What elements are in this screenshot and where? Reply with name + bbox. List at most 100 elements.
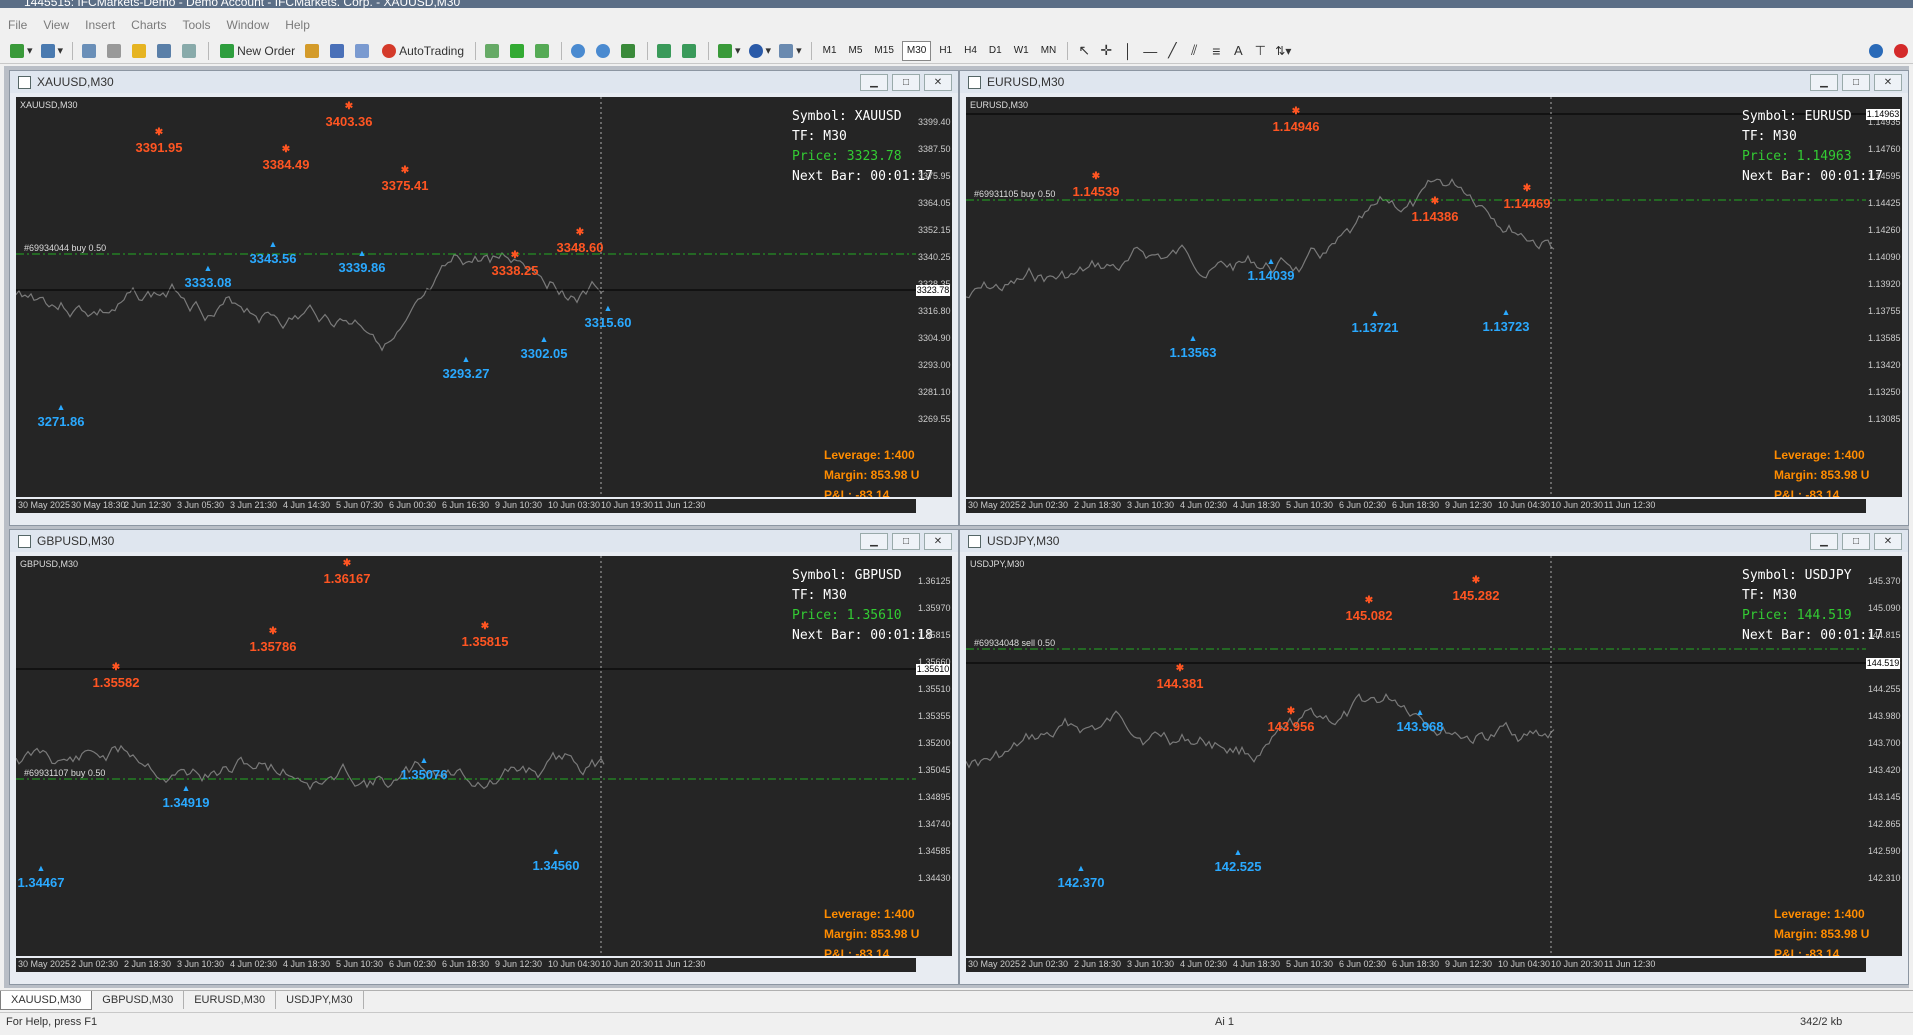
signals-button[interactable] bbox=[328, 41, 349, 61]
signal-icon bbox=[355, 43, 370, 58]
candlestick-button[interactable] bbox=[508, 41, 529, 61]
minimize-button[interactable]: ▁ bbox=[1810, 74, 1838, 91]
indicators-button[interactable]: ▾ bbox=[716, 41, 743, 61]
swing-high-label: 1.36167 bbox=[323, 571, 371, 586]
timeframe-m15[interactable]: M15 bbox=[870, 42, 897, 60]
fibonacci-button[interactable]: ≡ bbox=[1207, 41, 1225, 61]
leverage-text: Leverage: 1:400 bbox=[1774, 448, 1865, 462]
navigator-button[interactable] bbox=[130, 41, 151, 61]
close-button[interactable]: ✕ bbox=[1874, 533, 1902, 550]
zoom-out-button[interactable] bbox=[594, 41, 615, 61]
timeframe-w1[interactable]: W1 bbox=[1010, 42, 1033, 60]
minimize-button[interactable]: ▁ bbox=[860, 533, 888, 550]
status-bar: For Help, press F1 Ai 1 342/2 kb bbox=[0, 1012, 1913, 1035]
tab-gbpusd[interactable]: GBPUSD,M30 bbox=[92, 991, 185, 1009]
text-button[interactable]: A bbox=[1229, 41, 1247, 61]
time-tick: 10 Jun 20:30 bbox=[1551, 959, 1604, 969]
templates-button[interactable]: ▾ bbox=[777, 41, 804, 61]
menu-tools[interactable]: Tools bbox=[175, 18, 219, 32]
price-tick: 3269.55 bbox=[918, 414, 951, 424]
minimize-button[interactable]: ▁ bbox=[1810, 533, 1838, 550]
zoom-in-button[interactable] bbox=[569, 41, 590, 61]
radio-button[interactable] bbox=[353, 41, 374, 61]
chart-window-gbpusd[interactable]: GBPUSD,M30 ▁ □ ✕ GBPUSD,M30 #69931107 bu… bbox=[9, 529, 959, 985]
tile-windows-button[interactable] bbox=[619, 41, 640, 61]
price-chart[interactable]: EURUSD,M30 #69931105 buy 0.50 Symbol: EU… bbox=[966, 97, 1902, 497]
chart-window-xauusd[interactable]: XAUUSD,M30 ▁ □ ✕ XAUUSD,M30 #69934044 bu… bbox=[9, 70, 959, 526]
line-chart-button[interactable] bbox=[533, 41, 554, 61]
arrows-button[interactable]: ⇅▾ bbox=[1273, 41, 1293, 61]
menu-view[interactable]: View bbox=[35, 18, 77, 32]
price-chart[interactable]: USDJPY,M30 #69934048 sell 0.50 Symbol: U… bbox=[966, 556, 1902, 956]
menu-help[interactable]: Help bbox=[277, 18, 318, 32]
timeframe-d1[interactable]: D1 bbox=[985, 42, 1006, 60]
search-button[interactable] bbox=[1867, 41, 1888, 61]
menu-file[interactable]: File bbox=[0, 18, 35, 32]
price-chart[interactable]: XAUUSD,M30 #69934044 buy 0.50 Symbol: XA… bbox=[16, 97, 952, 497]
bar-chart-button[interactable] bbox=[483, 41, 504, 61]
tab-usdjpy[interactable]: USDJPY,M30 bbox=[276, 991, 364, 1009]
chart-window-header[interactable]: USDJPY,M30 ▁ □ ✕ bbox=[960, 530, 1908, 552]
terminal-button[interactable] bbox=[155, 41, 176, 61]
minimize-button[interactable]: ▁ bbox=[860, 74, 888, 91]
menu-insert[interactable]: Insert bbox=[77, 18, 123, 32]
meta-editor-button[interactable] bbox=[303, 41, 324, 61]
close-button[interactable]: ✕ bbox=[924, 533, 952, 550]
crosshair-button[interactable]: ✛ bbox=[1097, 41, 1115, 61]
swing-high-label: 1.35815 bbox=[461, 634, 509, 649]
timeframe-h1[interactable]: H1 bbox=[935, 42, 956, 60]
price-tick: 1.14425 bbox=[1868, 198, 1901, 208]
zoom-out-icon bbox=[596, 43, 611, 58]
swing-low-arrow-icon: ▲ bbox=[551, 846, 561, 856]
swing-high-label: 145.082 bbox=[1345, 608, 1393, 623]
swing-low-label: 1.35076 bbox=[400, 767, 448, 782]
price-chart[interactable]: GBPUSD,M30 #69931107 buy 0.50 Symbol: GB… bbox=[16, 556, 952, 956]
close-button[interactable]: ✕ bbox=[924, 74, 952, 91]
swing-low-arrow-icon: ▲ bbox=[36, 863, 46, 873]
autoscroll-button[interactable] bbox=[680, 41, 701, 61]
chart-window-header[interactable]: XAUUSD,M30 ▁ □ ✕ bbox=[10, 71, 958, 93]
swing-low-label: 3271.86 bbox=[37, 414, 85, 429]
chart-window-eurusd[interactable]: EURUSD,M30 ▁ □ ✕ EURUSD,M30 #69931105 bu… bbox=[959, 70, 1909, 526]
timeframe-text: TF: M30 bbox=[1742, 129, 1797, 144]
new-order-button[interactable]: New Order bbox=[216, 41, 299, 61]
text-label-button[interactable]: ⊤ bbox=[1251, 41, 1269, 61]
chart-window-usdjpy[interactable]: USDJPY,M30 ▁ □ ✕ USDJPY,M30 #69934048 se… bbox=[959, 529, 1909, 985]
timeframe-m30[interactable]: M30 bbox=[901, 40, 932, 61]
vertical-line-button[interactable]: │ bbox=[1119, 41, 1137, 61]
tab-eurusd[interactable]: EURUSD,M30 bbox=[184, 991, 277, 1009]
timeframe-h4[interactable]: H4 bbox=[960, 42, 981, 60]
chart-window-header[interactable]: GBPUSD,M30 ▁ □ ✕ bbox=[10, 530, 958, 552]
periods-button[interactable]: ▾ bbox=[747, 41, 774, 61]
notifications-button[interactable] bbox=[1892, 41, 1913, 61]
line-chart-icon bbox=[535, 43, 550, 58]
cursor-button[interactable]: ↖ bbox=[1075, 41, 1093, 61]
maximize-button[interactable]: □ bbox=[1842, 74, 1870, 91]
chart-shift-button[interactable] bbox=[655, 41, 676, 61]
trendline-button[interactable]: ╱ bbox=[1163, 41, 1181, 61]
timeframe-mn[interactable]: MN bbox=[1037, 42, 1061, 60]
profiles-button[interactable]: ▾ bbox=[39, 41, 66, 61]
close-button[interactable]: ✕ bbox=[1874, 74, 1902, 91]
price-tick: 1.35200 bbox=[918, 738, 951, 748]
timeframe-m5[interactable]: M5 bbox=[845, 42, 867, 60]
market-watch-button[interactable] bbox=[80, 41, 101, 61]
time-tick: 2 Jun 02:30 bbox=[1021, 500, 1069, 510]
swing-low-label: 1.13721 bbox=[1351, 320, 1399, 335]
swing-high-arrow-icon: ✱ bbox=[400, 165, 410, 176]
chart-window-header[interactable]: EURUSD,M30 ▁ □ ✕ bbox=[960, 71, 1908, 93]
maximize-button[interactable]: □ bbox=[1842, 533, 1870, 550]
tester-button[interactable] bbox=[180, 41, 201, 61]
horizontal-line-button[interactable]: ― bbox=[1141, 41, 1159, 61]
data-window-button[interactable] bbox=[105, 41, 126, 61]
autotrading-button[interactable]: AutoTrading bbox=[378, 41, 468, 61]
menu-charts[interactable]: Charts bbox=[123, 18, 174, 32]
tab-xauusd[interactable]: XAUUSD,M30 bbox=[0, 991, 93, 1010]
maximize-button[interactable]: □ bbox=[892, 74, 920, 91]
new-chart-button[interactable]: ▾ bbox=[8, 41, 35, 61]
crosshair-icon bbox=[107, 43, 122, 58]
menu-window[interactable]: Window bbox=[219, 18, 278, 32]
timeframe-m1[interactable]: M1 bbox=[819, 42, 841, 60]
maximize-button[interactable]: □ bbox=[892, 533, 920, 550]
channel-button[interactable]: ⫽ bbox=[1185, 41, 1203, 61]
